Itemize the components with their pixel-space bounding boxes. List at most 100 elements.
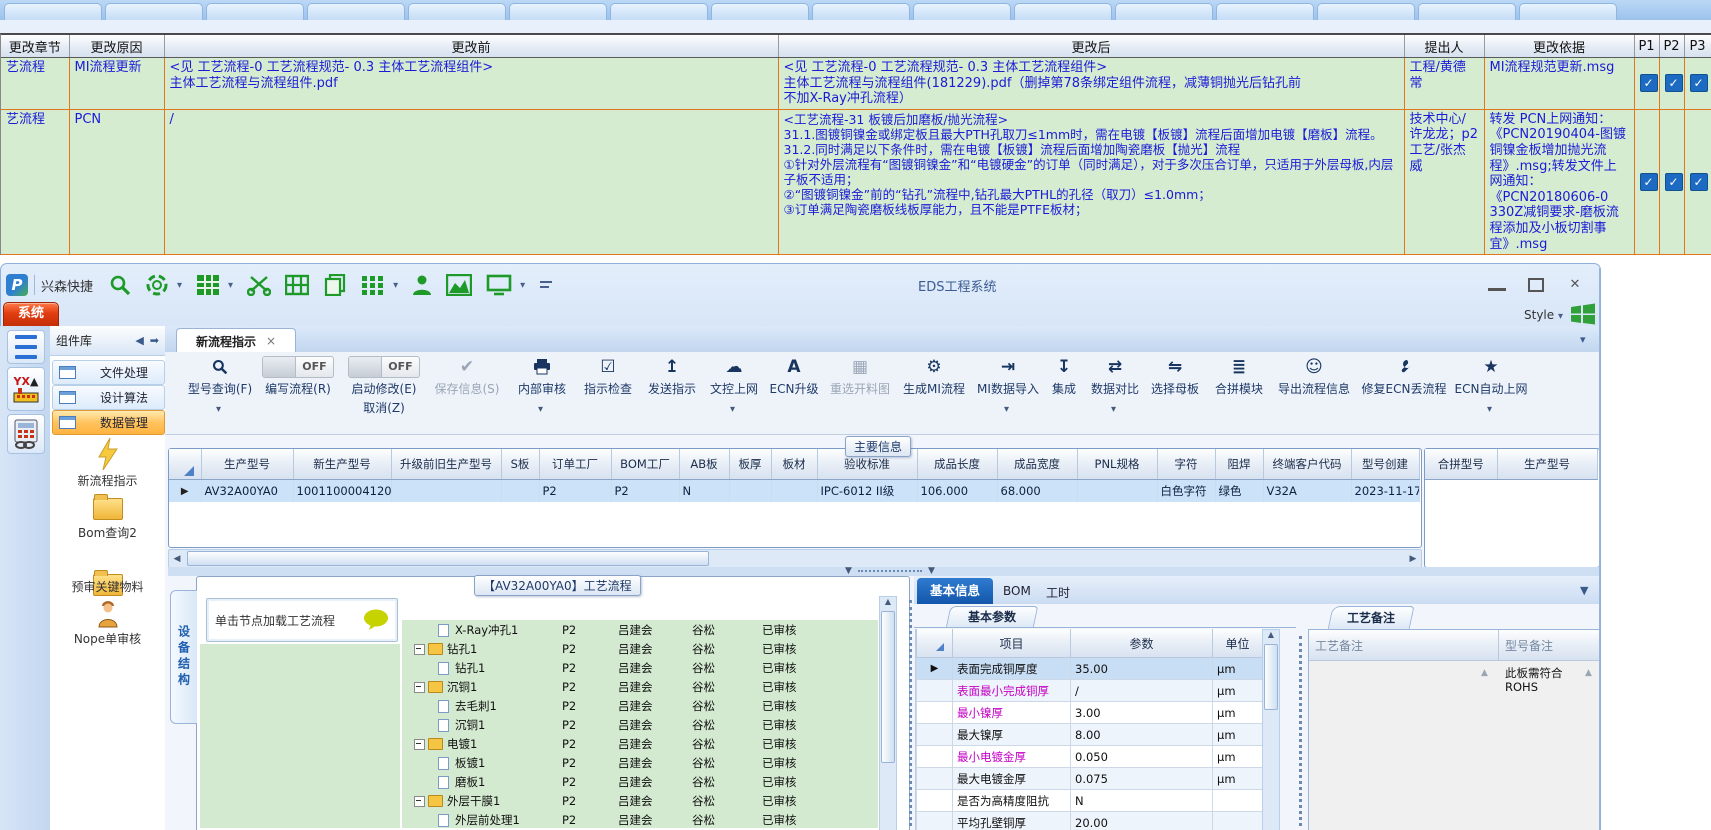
cancel-label[interactable]: 取消(Z) (344, 399, 424, 416)
clipped-tab[interactable] (4, 3, 102, 20)
tab-new-flow-instruction[interactable]: 新流程指示 × (176, 328, 296, 353)
generate-mi-flow-button[interactable]: ⚙ 生成MI流程 (898, 356, 970, 402)
clipped-tab[interactable] (1216, 3, 1314, 20)
tree-row[interactable]: 板镀1 P2 吕建会 谷松 已审核 (402, 753, 878, 772)
dropdown-caret-icon[interactable]: ▾ (177, 280, 182, 291)
merge-module-button[interactable]: ≣ 合拼模块 (1210, 356, 1268, 402)
clipped-tab[interactable] (1418, 3, 1516, 20)
clipped-tab[interactable] (812, 3, 910, 20)
clipped-tab[interactable] (913, 3, 1011, 20)
clipped-tab[interactable] (1115, 3, 1213, 20)
model-query-button[interactable]: 型号查询(F) (182, 356, 258, 402)
tree-row[interactable]: 磨板1 P2 吕建会 谷松 已审核 (402, 772, 878, 791)
ecn-auto-upload-button[interactable]: ★ ECN自动上网 (1452, 356, 1530, 402)
export-flow-info-button[interactable]: ☺ 导出流程信息 (1272, 356, 1356, 402)
sidebar-item-design-algorithm[interactable]: 设计算法 (52, 385, 165, 410)
toggle-off-switch[interactable]: OFF (262, 356, 334, 378)
params-vertical-scrollbar[interactable]: ▲ (1262, 629, 1280, 830)
scissors-icon[interactable] (247, 274, 272, 296)
scroll-up-icon[interactable]: ▲ (880, 597, 896, 606)
chart-icon[interactable] (446, 274, 473, 296)
instruction-check-button[interactable]: ☑ 指示检查 (578, 356, 638, 402)
table-icon[interactable] (196, 274, 220, 296)
col-header[interactable]: 单位 (1212, 629, 1263, 658)
theme-windows-icon[interactable] (1570, 303, 1596, 328)
tab-system[interactable]: 系统 (3, 302, 59, 326)
col-header[interactable]: 订单工厂 (539, 449, 612, 480)
col-header[interactable]: 新生产型号 (293, 449, 392, 480)
col-header[interactable]: 型号备注 (1499, 630, 1599, 660)
ecn-upgrade-button[interactable]: A ECN升级 (766, 356, 822, 402)
collapse-node-icon[interactable] (414, 795, 425, 807)
collapse-node-icon[interactable] (414, 643, 425, 655)
dropdown-caret-icon[interactable]: ▾ (1487, 404, 1492, 415)
dropdown-caret-icon[interactable]: ▾ (1111, 404, 1116, 415)
data-compare-button[interactable]: ⇄ 数据对比 (1086, 356, 1144, 402)
change-row[interactable]: 艺流程 MI流程更新 <见 工艺流程-0 工艺流程规范- 0.3 主体工艺流程组… (1, 57, 1711, 110)
subtab-basic-params[interactable]: 基本参数 (945, 606, 1039, 628)
scroll-right-icon[interactable]: ▶ (1405, 554, 1421, 564)
col-header[interactable]: 生产型号 (201, 449, 294, 480)
scrollbar-thumb[interactable] (1264, 644, 1278, 710)
calculator-link-icon[interactable] (7, 414, 45, 454)
col-header[interactable]: S板 (501, 449, 540, 480)
tab-basic-info[interactable]: 基本信息 (917, 578, 993, 604)
reselect-panel-drawing-button[interactable]: ▦ 重选开料图 (824, 356, 896, 402)
repair-ecn-flow-button[interactable]: 修复ECN丢流程 (1358, 356, 1450, 402)
tree-row[interactable]: 钻孔1 P2 吕建会 谷松 已审核 (402, 639, 878, 658)
checkbox-checked-icon[interactable] (1689, 74, 1708, 93)
maximize-button[interactable] (1528, 277, 1544, 292)
tree-row[interactable]: 外层前处理1 P2 吕建会 谷松 已审核 (402, 810, 878, 828)
style-dropdown[interactable]: Style ▾ (1524, 308, 1563, 322)
tabstrip-caret-icon[interactable]: ▾ (1580, 333, 1586, 346)
search-icon[interactable] (109, 274, 131, 296)
tree-vertical-scrollbar[interactable]: ▲ (879, 596, 897, 830)
tool-nope-review[interactable]: Nope单审核 (50, 630, 165, 647)
sidebar-item-file-processing[interactable]: 文件处理 (52, 360, 165, 385)
clipped-tab[interactable] (307, 3, 405, 20)
horizontal-scrollbar[interactable]: ◀ ▶ (168, 549, 1422, 568)
pin-arrow-icon[interactable]: ➡ (150, 334, 159, 347)
col-header[interactable]: 参数 (1070, 629, 1213, 658)
factory-yx-icon[interactable]: YX▲ (7, 367, 45, 411)
checkbox-checked-icon[interactable] (1639, 172, 1658, 191)
tree-row[interactable]: 沉铜1 P2 吕建会 谷松 已审核 (402, 715, 878, 734)
collapse-down-icon[interactable]: ▼ (845, 566, 852, 576)
select-all-corner[interactable] (169, 449, 202, 480)
clipped-tab[interactable] (1014, 3, 1112, 20)
tool-bom-query[interactable]: Bom查询2 (50, 524, 165, 541)
dropdown-caret-icon[interactable]: ▾ (538, 404, 543, 415)
scroll-left-icon[interactable]: ◀ (169, 554, 185, 564)
tool-pre-review-materials[interactable]: 预审关键物料 (50, 578, 165, 595)
tab-work-hours[interactable]: 工时 (1046, 584, 1070, 601)
param-row[interactable]: 表面最小完成铜厚 / μm (916, 679, 1263, 702)
checkbox-checked-icon[interactable] (1639, 74, 1658, 93)
menu-hamburger-icon[interactable] (7, 330, 45, 364)
integrate-button[interactable]: ↧ 集成 (1046, 356, 1082, 402)
apps-grid-icon[interactable] (361, 274, 385, 296)
dropdown-caret-icon[interactable]: ▾ (228, 280, 233, 291)
col-header[interactable]: 合拼型号 (1425, 449, 1498, 480)
copy-icon[interactable] (323, 274, 347, 296)
dropdown-caret-icon[interactable]: ▾ (520, 280, 525, 291)
scrollbar-thumb[interactable] (881, 611, 895, 763)
clipped-tab[interactable] (711, 3, 809, 20)
scroll-up-icon[interactable]: ▲ (1481, 668, 1488, 678)
user-icon[interactable] (412, 274, 432, 296)
checkbox-checked-icon[interactable] (1689, 172, 1708, 191)
clipped-tab[interactable] (509, 3, 607, 20)
clipped-tab[interactable] (610, 3, 708, 20)
grid-selected-row[interactable]: ▶ AV32A00YA0 10011000041200 P2 P2 N IPC-… (169, 479, 1420, 502)
internal-review-button[interactable]: 内部审核 (512, 356, 572, 402)
param-row[interactable]: 是否为高精度阻抗 N (916, 789, 1263, 812)
tree-row[interactable]: 外层干膜1 P2 吕建会 谷松 已审核 (402, 791, 878, 810)
dropdown-caret-icon[interactable]: ▾ (393, 280, 398, 291)
tab-process-notes[interactable]: 工艺备注 (1327, 606, 1415, 630)
col-header[interactable]: 升级前旧生产型号 (391, 449, 502, 480)
sidebar-item-data-management[interactable]: 数据管理 (52, 410, 165, 435)
lightning-icon[interactable] (96, 437, 120, 473)
col-header[interactable]: 项目 (952, 629, 1071, 658)
tree-row[interactable]: 沉铜1 P2 吕建会 谷松 已审核 (402, 677, 878, 696)
clipped-tab[interactable] (408, 3, 506, 20)
checkbox-checked-icon[interactable] (1664, 172, 1683, 191)
